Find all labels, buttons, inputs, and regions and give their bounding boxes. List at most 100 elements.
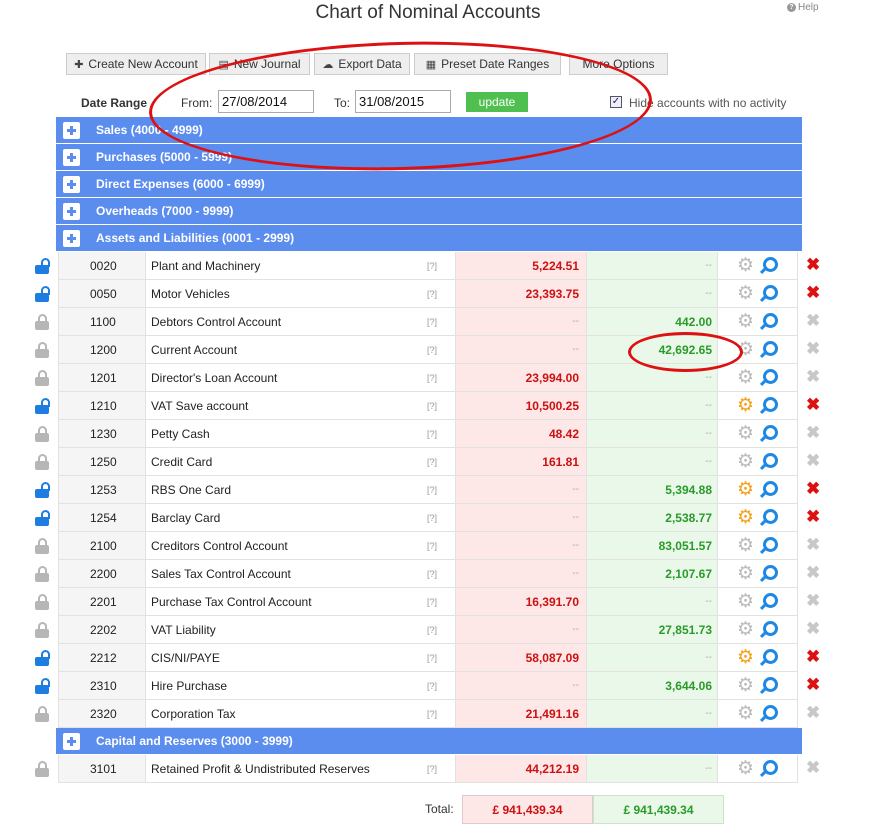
account-name[interactable]: Hire Purchase [151, 679, 227, 693]
gear-icon[interactable]: ⚙ [737, 452, 754, 471]
help-marker[interactable]: [?] [427, 485, 437, 495]
lock-open-icon[interactable] [35, 258, 50, 274]
delete-icon[interactable]: ✖ [806, 675, 820, 695]
gear-icon[interactable]: ⚙ [737, 480, 754, 499]
delete-icon[interactable]: ✖ [806, 395, 820, 415]
help-marker[interactable]: [?] [427, 569, 437, 579]
delete-icon[interactable]: ✖ [806, 283, 820, 303]
gear-icon[interactable]: ⚙ [737, 368, 754, 387]
gear-icon[interactable]: ⚙ [737, 648, 754, 667]
expand-icon[interactable] [63, 121, 80, 139]
magnifier-icon[interactable] [760, 564, 779, 583]
account-name[interactable]: VAT Liability [151, 623, 216, 637]
help-marker[interactable]: [?] [427, 681, 437, 691]
account-name[interactable]: Purchase Tax Control Account [151, 595, 312, 609]
magnifier-icon[interactable] [760, 396, 779, 415]
magnifier-icon[interactable] [760, 256, 779, 275]
account-name[interactable]: VAT Save account [151, 399, 248, 413]
lock-open-icon[interactable] [35, 678, 50, 694]
help-marker[interactable]: [?] [427, 345, 437, 355]
update-button[interactable]: update [466, 92, 528, 112]
magnifier-icon[interactable] [760, 340, 779, 359]
account-name[interactable]: CIS/NI/PAYE [151, 651, 220, 665]
expand-icon[interactable] [63, 175, 80, 193]
delete-icon[interactable]: ✖ [806, 479, 820, 499]
lock-open-icon[interactable] [35, 286, 50, 302]
gear-icon[interactable]: ⚙ [737, 564, 754, 583]
export-data-button[interactable]: ☁ Export Data [314, 53, 410, 75]
gear-icon[interactable]: ⚙ [737, 704, 754, 723]
help-marker[interactable]: [?] [427, 513, 437, 523]
help-marker[interactable]: [?] [427, 764, 437, 774]
delete-icon[interactable]: ✖ [806, 507, 820, 527]
create-new-account-button[interactable]: ✚ Create New Account [66, 53, 206, 75]
gear-icon[interactable]: ⚙ [737, 592, 754, 611]
magnifier-icon[interactable] [760, 284, 779, 303]
new-journal-button[interactable]: ▤ New Journal [209, 53, 310, 75]
account-name[interactable]: Petty Cash [151, 427, 210, 441]
magnifier-icon[interactable] [760, 508, 779, 527]
gear-icon[interactable]: ⚙ [737, 256, 754, 275]
delete-icon[interactable]: ✖ [806, 647, 820, 667]
help-link[interactable]: ? Help [787, 2, 819, 13]
expand-icon[interactable] [63, 732, 80, 750]
magnifier-icon[interactable] [760, 480, 779, 499]
account-name[interactable]: Plant and Machinery [151, 259, 260, 273]
delete-icon[interactable]: ✖ [806, 255, 820, 275]
gear-icon[interactable]: ⚙ [737, 536, 754, 555]
gear-icon[interactable]: ⚙ [737, 312, 754, 331]
magnifier-icon[interactable] [760, 704, 779, 723]
account-name[interactable]: Current Account [151, 343, 237, 357]
group-direct-expenses[interactable]: Direct Expenses (6000 - 6999) [56, 171, 802, 197]
group-purchases[interactable]: Purchases (5000 - 5999) [56, 144, 802, 170]
gear-icon[interactable]: ⚙ [737, 676, 754, 695]
help-marker[interactable]: [?] [427, 401, 437, 411]
expand-icon[interactable] [63, 148, 80, 166]
group-capital-reserves[interactable]: Capital and Reserves (3000 - 3999) [56, 728, 802, 754]
magnifier-icon[interactable] [760, 759, 779, 778]
gear-icon[interactable]: ⚙ [737, 424, 754, 443]
magnifier-icon[interactable] [760, 536, 779, 555]
help-marker[interactable]: [?] [427, 625, 437, 635]
help-marker[interactable]: [?] [427, 289, 437, 299]
account-name[interactable]: Motor Vehicles [151, 287, 230, 301]
expand-icon[interactable] [63, 229, 80, 247]
preset-date-ranges-button[interactable]: ▦ Preset Date Ranges [414, 53, 561, 75]
group-assets-liabilities[interactable]: Assets and Liabilities (0001 - 2999) [56, 225, 802, 251]
help-marker[interactable]: [?] [427, 653, 437, 663]
hide-inactive-checkbox[interactable]: ✓ [610, 96, 622, 108]
magnifier-icon[interactable] [760, 676, 779, 695]
more-options-button[interactable]: More Options [569, 53, 668, 75]
help-marker[interactable]: [?] [427, 457, 437, 467]
help-marker[interactable]: [?] [427, 597, 437, 607]
magnifier-icon[interactable] [760, 592, 779, 611]
gear-icon[interactable]: ⚙ [737, 340, 754, 359]
gear-icon[interactable]: ⚙ [737, 620, 754, 639]
account-name[interactable]: Creditors Control Account [151, 539, 288, 553]
magnifier-icon[interactable] [760, 452, 779, 471]
help-marker[interactable]: [?] [427, 317, 437, 327]
account-name[interactable]: Debtors Control Account [151, 315, 281, 329]
lock-open-icon[interactable] [35, 482, 50, 498]
to-date-input[interactable] [355, 90, 451, 113]
group-sales[interactable]: Sales (4000 - 4999) [56, 117, 802, 143]
gear-icon[interactable]: ⚙ [737, 284, 754, 303]
lock-open-icon[interactable] [35, 398, 50, 414]
magnifier-icon[interactable] [760, 620, 779, 639]
gear-icon[interactable]: ⚙ [737, 759, 754, 778]
account-name[interactable]: Sales Tax Control Account [151, 567, 291, 581]
magnifier-icon[interactable] [760, 648, 779, 667]
expand-icon[interactable] [63, 202, 80, 220]
account-name[interactable]: Corporation Tax [151, 707, 236, 721]
account-name[interactable]: Director's Loan Account [151, 371, 277, 385]
lock-open-icon[interactable] [35, 510, 50, 526]
magnifier-icon[interactable] [760, 424, 779, 443]
gear-icon[interactable]: ⚙ [737, 396, 754, 415]
account-name[interactable]: Credit Card [151, 455, 212, 469]
gear-icon[interactable]: ⚙ [737, 508, 754, 527]
lock-open-icon[interactable] [35, 650, 50, 666]
account-name[interactable]: Barclay Card [151, 511, 220, 525]
help-marker[interactable]: [?] [427, 373, 437, 383]
account-name[interactable]: Retained Profit & Undistributed Reserves [151, 762, 370, 776]
help-marker[interactable]: [?] [427, 709, 437, 719]
